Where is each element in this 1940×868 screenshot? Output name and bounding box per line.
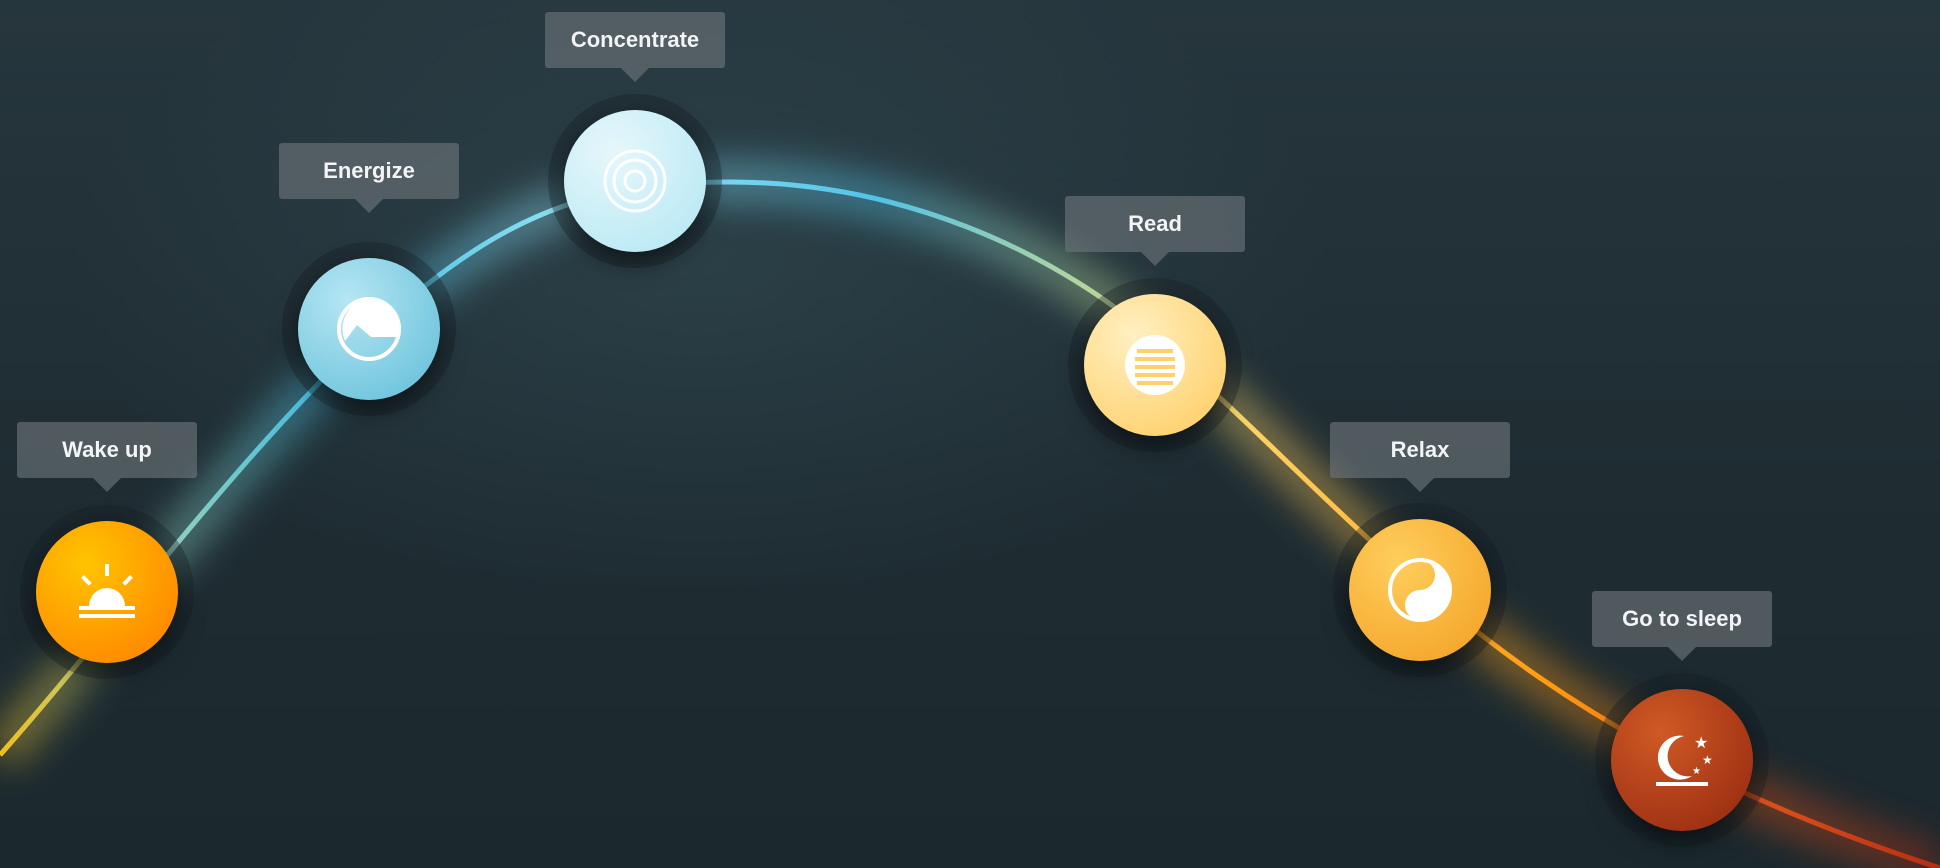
scene-button-go-to-sleep[interactable]: ★ ★ ★: [1611, 689, 1753, 831]
scene-label-concentrate[interactable]: Concentrate: [545, 12, 725, 82]
scene-label-go-to-sleep[interactable]: Go to sleep: [1592, 591, 1772, 661]
scene-label-text: Energize: [323, 158, 415, 183]
scene-label-text: Read: [1128, 211, 1182, 236]
scene-button-concentrate[interactable]: [564, 110, 706, 252]
scene-label-relax[interactable]: Relax: [1330, 422, 1510, 492]
yin-yang-icon: [1388, 558, 1452, 622]
scene-button-wake-up[interactable]: [36, 521, 178, 663]
svg-text:★: ★: [1692, 766, 1701, 777]
moon-stars-icon: ★ ★ ★: [1656, 733, 1713, 786]
scene-label-text: Go to sleep: [1622, 606, 1742, 631]
scene-button-read[interactable]: [1084, 294, 1226, 436]
scene-label-text: Relax: [1390, 437, 1450, 462]
scene-button-relax[interactable]: [1349, 519, 1491, 661]
scene-label-wake-up[interactable]: Wake up: [17, 422, 197, 492]
sunrise-icon: [79, 564, 135, 618]
light-scene-curve-canvas: Wake up Energize Concentrate Read Relax …: [0, 0, 1940, 868]
scene-label-text: Concentrate: [570, 27, 700, 52]
energize-icon: [337, 297, 401, 361]
scene-label-read[interactable]: Read: [1065, 196, 1245, 266]
svg-text:★: ★: [1702, 753, 1713, 767]
scene-label-text: Wake up: [62, 437, 152, 462]
concentric-circles-icon: [603, 149, 667, 213]
scene-label-energize[interactable]: Energize: [279, 143, 459, 213]
read-lines-icon: [1125, 335, 1185, 395]
scene-button-energize[interactable]: [298, 258, 440, 400]
svg-text:★: ★: [1694, 733, 1708, 752]
